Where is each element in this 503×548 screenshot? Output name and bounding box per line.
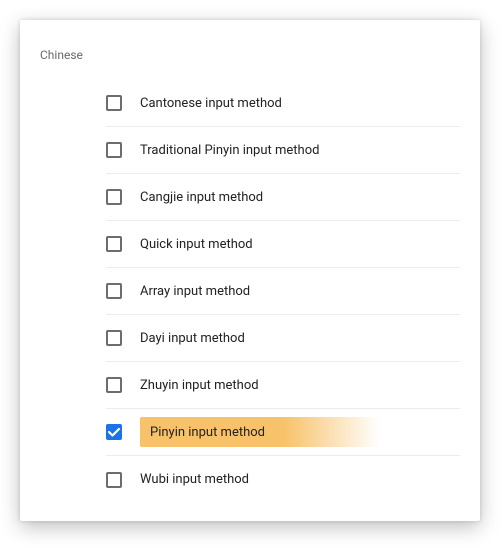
list-item[interactable]: Array input method — [106, 268, 460, 315]
input-method-card: Chinese Cantonese input method Traditiona… — [20, 20, 480, 521]
checkbox-unchecked-icon — [106, 189, 122, 205]
checkbox-unchecked-icon — [106, 377, 122, 393]
list-item-label: Quick input method — [140, 237, 253, 252]
checkbox-checked-icon — [106, 424, 122, 440]
list-item-label: Cantonese input method — [140, 96, 282, 111]
list-item-label: Wubi input method — [140, 472, 249, 487]
list-item[interactable]: Traditional Pinyin input method — [106, 127, 460, 174]
list-item[interactable]: Cangjie input method — [106, 174, 460, 221]
list-item[interactable]: Dayi input method — [106, 315, 460, 362]
checkbox[interactable] — [106, 424, 122, 440]
checkbox-unchecked-icon — [106, 330, 122, 346]
checkbox[interactable] — [106, 283, 122, 299]
checkbox[interactable] — [106, 377, 122, 393]
checkbox[interactable] — [106, 472, 122, 488]
list-item[interactable]: Zhuyin input method — [106, 362, 460, 409]
checkbox-unchecked-icon — [106, 95, 122, 111]
input-method-list: Cantonese input method Traditional Pinyin… — [20, 80, 480, 503]
checkbox-unchecked-icon — [106, 142, 122, 158]
list-item[interactable]: Quick input method — [106, 221, 460, 268]
list-item-label: Cangjie input method — [140, 190, 263, 205]
list-item-label: Zhuyin input method — [140, 378, 259, 393]
checkbox-unchecked-icon — [106, 472, 122, 488]
checkbox[interactable] — [106, 142, 122, 158]
checkbox-unchecked-icon — [106, 283, 122, 299]
list-item[interactable]: Pinyin input method — [106, 409, 460, 456]
list-item-label: Array input method — [140, 284, 250, 299]
list-item-label: Dayi input method — [140, 331, 245, 346]
list-item[interactable]: Cantonese input method — [106, 80, 460, 127]
list-item-label: Pinyin input method — [140, 425, 265, 440]
checkbox-unchecked-icon — [106, 236, 122, 252]
checkbox[interactable] — [106, 95, 122, 111]
checkbox[interactable] — [106, 189, 122, 205]
list-item-label: Traditional Pinyin input method — [140, 143, 319, 158]
checkbox[interactable] — [106, 330, 122, 346]
section-label: Chinese — [20, 48, 480, 80]
list-item[interactable]: Wubi input method — [106, 456, 460, 503]
checkbox[interactable] — [106, 236, 122, 252]
